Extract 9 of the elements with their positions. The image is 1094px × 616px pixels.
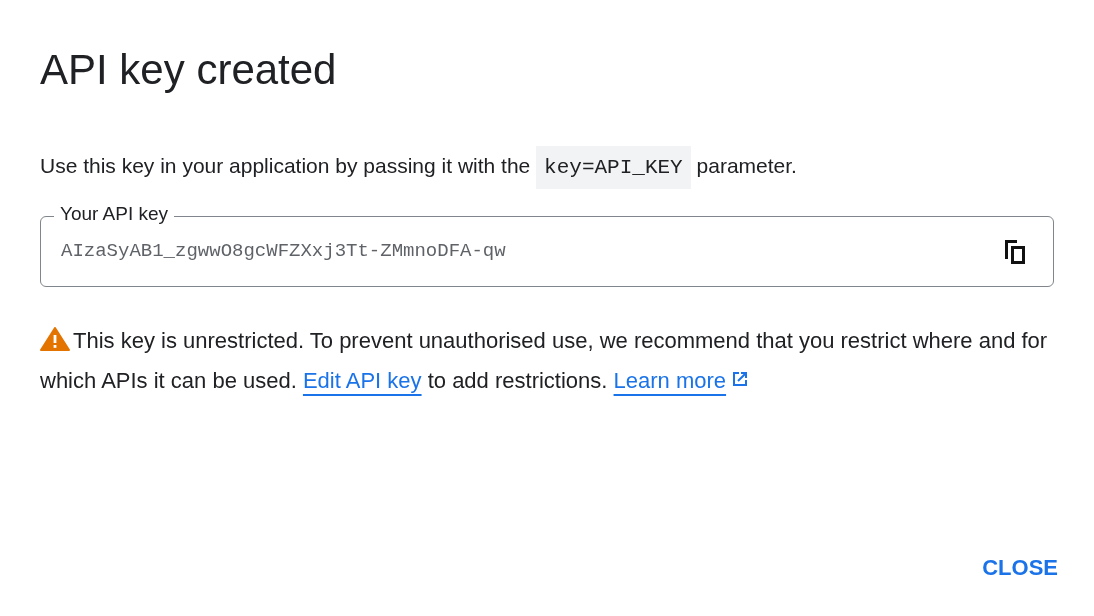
warning-icon bbox=[40, 327, 70, 351]
description-text: Use this key in your application by passing it with the key=API_KEY parameter. bbox=[40, 142, 797, 192]
copy-icon bbox=[1003, 237, 1027, 266]
field-value: AIzaSyAB1_zgwwO8gcWFZXxj3Tt-ZMmnoDFA-qw bbox=[61, 239, 507, 265]
dialog-title: API key created bbox=[40, 45, 337, 95]
warning-text: This key is unrestricted. To prevent unauthorised use, we recommend that you restrict where and for which APIs it can be used. Edit API key to add restrictions. Learn more bbox=[40, 326, 1049, 395]
link[interactable]: Edit API key bbox=[302, 368, 422, 393]
close-button[interactable]: CLOSE bbox=[974, 543, 1066, 592]
link[interactable]: Learn more bbox=[613, 368, 751, 393]
